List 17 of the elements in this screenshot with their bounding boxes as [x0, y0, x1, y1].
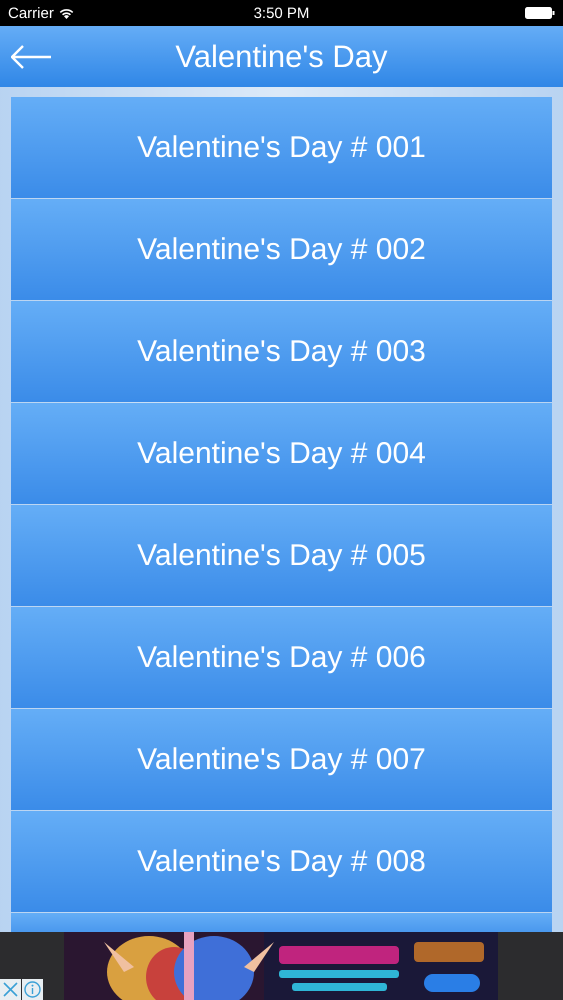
wifi-icon: [58, 8, 74, 18]
close-icon[interactable]: [0, 979, 21, 1000]
back-arrow-icon: [11, 44, 51, 68]
list-item[interactable]: Valentine's Day # 003: [11, 301, 552, 402]
list-item[interactable]: Valentine's Day # 005: [11, 505, 552, 606]
screen-title: Valentine's Day: [175, 38, 388, 74]
list-item[interactable]: Valentine's Day # 008: [11, 811, 552, 912]
battery-icon: [525, 7, 555, 19]
carrier-label: Carrier: [8, 4, 54, 22]
list-item[interactable]: Valentine's Day # 004: [11, 403, 552, 504]
list-item[interactable]: Valentine's Day # 007: [11, 709, 552, 810]
list-item[interactable]: Valentine's Day # 001: [11, 97, 552, 198]
list-item[interactable]: Valentine's Day # 002: [11, 199, 552, 300]
info-icon[interactable]: [22, 979, 43, 1000]
back-button[interactable]: [11, 44, 51, 68]
status-time: 3:50 PM: [254, 4, 310, 22]
list-item[interactable]: Valentine's Day # 006: [11, 607, 552, 708]
